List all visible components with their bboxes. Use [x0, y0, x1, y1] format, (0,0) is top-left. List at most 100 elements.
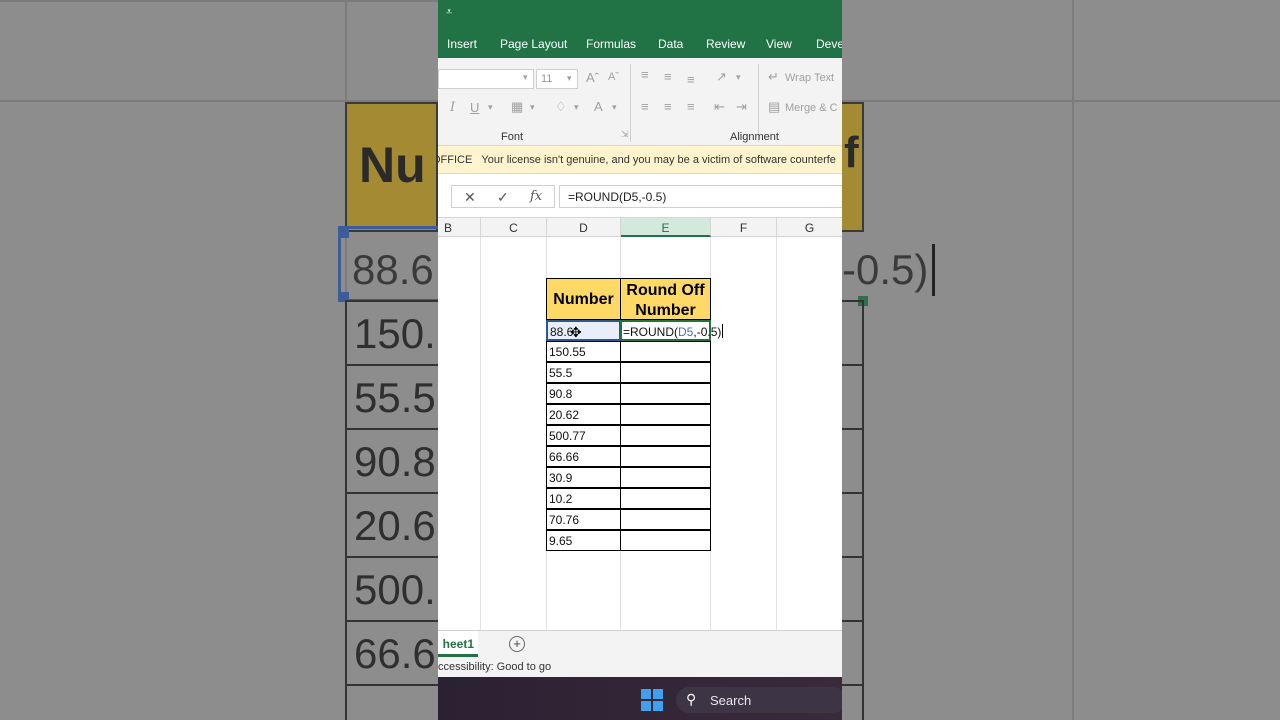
tab-formulas[interactable]: Formulas: [586, 37, 636, 51]
cell-e6[interactable]: [620, 341, 711, 362]
windows-logo-pane: [641, 689, 651, 699]
cell-d11[interactable]: 66.66: [546, 446, 621, 467]
merge-center-button[interactable]: Merge & C: [785, 102, 838, 114]
enter-icon[interactable]: ✓: [497, 189, 509, 206]
formula-bar: ✕ ✓ fx =ROUND(D5,-0.5): [438, 174, 842, 218]
background-caret: [932, 244, 935, 296]
column-header-d[interactable]: D: [547, 218, 621, 237]
cell-d5[interactable]: 88.6: [546, 320, 621, 341]
background-cell-border: [842, 684, 864, 686]
cell-d12[interactable]: 30.9: [546, 467, 621, 488]
italic-icon[interactable]: I: [450, 100, 455, 115]
background-right-panel: [842, 0, 1280, 720]
wrap-text-icon[interactable]: ↵: [768, 69, 779, 85]
header-number[interactable]: Number: [546, 278, 621, 320]
background-cell-border: [842, 556, 864, 558]
chevron-down-icon[interactable]: ▾: [736, 72, 741, 83]
orientation-icon[interactable]: ↗: [716, 69, 727, 85]
column-headers: B C D E F G: [438, 218, 842, 237]
column-header-c[interactable]: C: [481, 218, 547, 237]
header-round-off-line2: Number: [635, 302, 696, 319]
tab-view[interactable]: View: [766, 37, 792, 51]
status-bar: ccessibility: Good to go: [438, 658, 842, 677]
header-round-off-number[interactable]: Round Off Number: [620, 278, 711, 320]
formula-input[interactable]: =ROUND(D5,-0.5): [559, 185, 842, 208]
cell-d9[interactable]: 20.62: [546, 404, 621, 425]
cell-d8[interactable]: 90.8: [546, 383, 621, 404]
cell-e9[interactable]: [620, 404, 711, 425]
increase-font-icon[interactable]: Aˆ: [586, 70, 599, 85]
column-header-b[interactable]: B: [438, 218, 481, 237]
cell-e7[interactable]: [620, 362, 711, 383]
font-size-value: 11: [541, 73, 553, 85]
windows-logo-pane: [653, 701, 663, 711]
cell-d10[interactable]: 500.77: [546, 425, 621, 446]
font-name-dropdown[interactable]: ▾: [438, 69, 534, 89]
chevron-down-icon[interactable]: ▾: [574, 102, 579, 113]
windows-start-icon[interactable]: [641, 689, 663, 711]
cell-e12[interactable]: [620, 467, 711, 488]
increase-indent-icon[interactable]: ⇥: [736, 99, 747, 115]
windows-taskbar: ⚲ Search: [438, 677, 842, 720]
align-top-icon[interactable]: ≡: [641, 67, 649, 82]
license-warning-message: Your license isn't genuine, and you may …: [481, 154, 836, 166]
font-dialog-launcher-icon[interactable]: ⇲: [621, 129, 629, 140]
add-sheet-icon[interactable]: +: [509, 636, 525, 652]
decrease-indent-icon[interactable]: ⇤: [714, 99, 725, 115]
background-cell-border: [345, 492, 438, 494]
cell-d7[interactable]: 55.5: [546, 362, 621, 383]
align-middle-icon[interactable]: ≡: [664, 69, 672, 84]
chevron-down-icon[interactable]: ▾: [612, 102, 617, 113]
borders-icon[interactable]: ▦: [511, 99, 523, 115]
worksheet-grid[interactable]: Number Round Off Number 88.6 150.55 55.5…: [438, 237, 842, 630]
cell-e5-editing[interactable]: =ROUND(D5,-0.5): [620, 320, 724, 341]
column-header-g[interactable]: G: [777, 218, 842, 237]
tab-data[interactable]: Data: [658, 37, 683, 51]
cell-e10[interactable]: [620, 425, 711, 446]
cell-d6[interactable]: 150.55: [546, 341, 621, 362]
cell-e15[interactable]: [620, 530, 711, 551]
quick-access-toolbar-icon[interactable]: ⩡: [446, 6, 452, 19]
background-gridline: [842, 100, 1280, 102]
move-cursor-icon: ✥: [570, 324, 582, 340]
cell-d15[interactable]: 9.65: [546, 530, 621, 551]
font-size-dropdown[interactable]: 11 ▾: [536, 69, 578, 89]
cell-e14[interactable]: [620, 509, 711, 530]
underline-icon[interactable]: U: [470, 100, 479, 115]
background-cell-border: [842, 492, 864, 494]
alignment-group-label: Alignment: [730, 131, 779, 143]
font-color-icon[interactable]: A: [594, 99, 603, 114]
background-zoomed-header-right-text: f: [844, 128, 859, 177]
cell-e13[interactable]: [620, 488, 711, 509]
align-center-icon[interactable]: ≡: [664, 99, 672, 114]
cell-e11[interactable]: [620, 446, 711, 467]
tab-review[interactable]: Review: [706, 37, 745, 51]
cell-d13[interactable]: 10.2: [546, 488, 621, 509]
formula-suffix: ,-0.5): [693, 325, 722, 339]
accessibility-status[interactable]: ccessibility: Good to go: [438, 661, 551, 673]
cancel-icon[interactable]: ✕: [464, 189, 476, 206]
background-zoomed-value: 90.8: [354, 438, 436, 485]
decrease-font-icon[interactable]: Aˇ: [608, 71, 619, 83]
tab-insert[interactable]: Insert: [447, 37, 477, 51]
tab-developer[interactable]: Devel: [816, 37, 842, 51]
sheet-tab-sheet1[interactable]: heet1: [438, 631, 478, 657]
align-right-icon[interactable]: ≡: [687, 99, 695, 114]
fill-color-icon[interactable]: ♢: [555, 99, 567, 115]
cell-e8[interactable]: [620, 383, 711, 404]
align-bottom-icon[interactable]: ≡: [687, 72, 695, 87]
cell-d14[interactable]: 70.76: [546, 509, 621, 530]
search-icon: ⚲: [686, 691, 697, 707]
column-header-f[interactable]: F: [711, 218, 777, 237]
wrap-text-button[interactable]: Wrap Text: [785, 72, 834, 84]
chevron-down-icon[interactable]: ▾: [530, 102, 535, 113]
background-selection-handle: [339, 228, 349, 238]
column-header-e[interactable]: E: [621, 218, 711, 237]
chevron-down-icon[interactable]: ▾: [488, 102, 493, 113]
insert-function-icon[interactable]: fx: [530, 189, 542, 204]
taskbar-search[interactable]: ⚲ Search: [676, 687, 842, 713]
merge-icon[interactable]: ▤: [768, 99, 780, 115]
align-left-icon[interactable]: ≡: [641, 99, 649, 114]
tab-page-layout[interactable]: Page Layout: [500, 37, 567, 51]
background-cell-border: [345, 300, 347, 720]
